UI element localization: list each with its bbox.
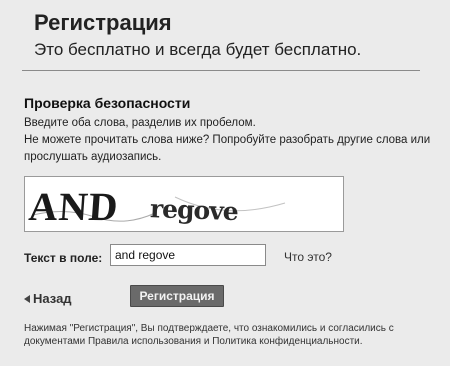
captcha-image: AND regove bbox=[24, 176, 344, 232]
instruction-line-2: Не можете прочитать слова ниже? Попробуй… bbox=[24, 134, 431, 146]
page-title: Регистрация bbox=[34, 10, 172, 35]
instruction-line-3: прослушать аудиозапись. bbox=[24, 151, 162, 163]
security-check-title: Проверка безопасности bbox=[24, 95, 191, 111]
what-is-this-link[interactable]: Что это? bbox=[284, 250, 332, 264]
back-arrow-icon bbox=[24, 294, 30, 303]
captcha-text-input[interactable] bbox=[110, 244, 266, 266]
back-link[interactable]: Назад bbox=[24, 291, 72, 306]
register-button[interactable]: Регистрация bbox=[130, 285, 224, 307]
legal-line-2: документами Правила использования и Поли… bbox=[24, 336, 363, 347]
captcha-word-1: AND bbox=[27, 184, 120, 229]
divider bbox=[22, 70, 420, 71]
captcha-field-label: Текст в поле: bbox=[24, 251, 103, 265]
instruction-line-1: Введите оба слова, разделив их пробелом. bbox=[24, 117, 256, 129]
captcha-word-2: regove bbox=[150, 194, 239, 226]
back-label: Назад bbox=[33, 291, 72, 306]
legal-notice: Нажимая "Регистрация", Вы подтверждаете,… bbox=[24, 322, 444, 348]
page-subtitle: Это бесплатно и всегда будет бесплатно. bbox=[34, 40, 362, 59]
legal-line-1: Нажимая "Регистрация", Вы подтверждаете,… bbox=[24, 323, 394, 334]
security-instructions: Введите оба слова, разделив их пробелом.… bbox=[24, 115, 444, 166]
